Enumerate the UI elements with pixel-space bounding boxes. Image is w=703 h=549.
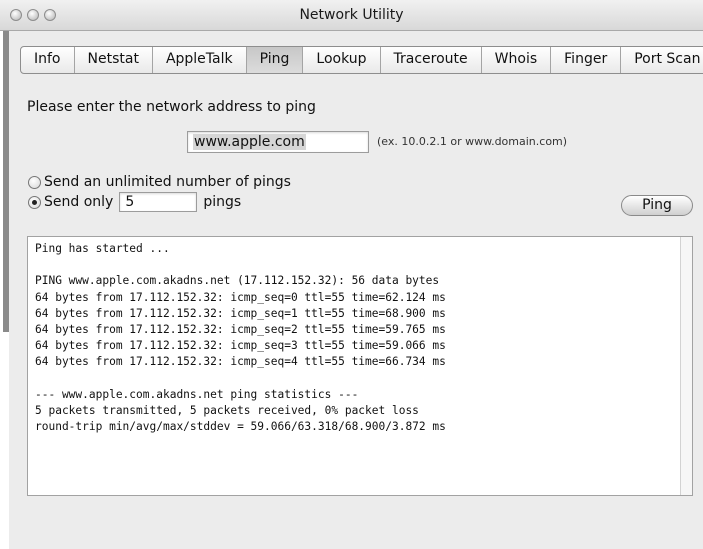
unlimited-label: Send an unlimited number of pings — [44, 174, 291, 190]
background-window-edge — [0, 0, 9, 549]
address-hint: (ex. 10.0.2.1 or www.domain.com) — [377, 135, 568, 148]
output-scrollbar[interactable] — [680, 237, 692, 495]
unlimited-radio[interactable] — [28, 175, 41, 189]
background-scrollbar — [3, 22, 9, 332]
title-bar[interactable]: Network Utility — [0, 0, 703, 31]
window-title: Network Utility — [299, 7, 404, 23]
tab-ping[interactable]: Ping — [246, 47, 304, 73]
network-utility-window: Network Utility Info Netstat AppleTalk P… — [0, 0, 703, 549]
radio-selected-dot — [32, 199, 37, 205]
ping-button[interactable]: Ping — [621, 195, 693, 216]
address-value: www.apple.com — [193, 134, 306, 150]
pings-suffix-label: pings — [203, 194, 242, 210]
ping-output-area[interactable]: Ping has started ... PING www.apple.com.… — [27, 236, 693, 496]
tab-appletalk[interactable]: AppleTalk — [153, 47, 247, 73]
send-only-option[interactable]: Send only 5 pings — [28, 192, 241, 212]
tab-port-scan[interactable]: Port Scan — [621, 47, 703, 73]
tab-finger[interactable]: Finger — [551, 47, 622, 73]
tab-traceroute[interactable]: Traceroute — [381, 47, 482, 73]
ping-count-input[interactable]: 5 — [119, 192, 198, 212]
tab-info[interactable]: Info — [21, 47, 75, 73]
address-prompt: Please enter the network address to ping — [27, 99, 316, 115]
tab-bar: Info Netstat AppleTalk Ping Lookup Trace… — [20, 46, 703, 74]
address-input[interactable]: www.apple.com — [187, 131, 369, 153]
send-only-label: Send only — [44, 194, 114, 210]
unlimited-option[interactable]: Send an unlimited number of pings — [28, 174, 291, 190]
send-only-radio[interactable] — [28, 195, 41, 209]
tab-whois[interactable]: Whois — [482, 47, 552, 73]
tab-lookup[interactable]: Lookup — [303, 47, 381, 73]
tab-netstat[interactable]: Netstat — [75, 47, 153, 73]
ping-output-text: Ping has started ... PING www.apple.com.… — [35, 242, 446, 434]
